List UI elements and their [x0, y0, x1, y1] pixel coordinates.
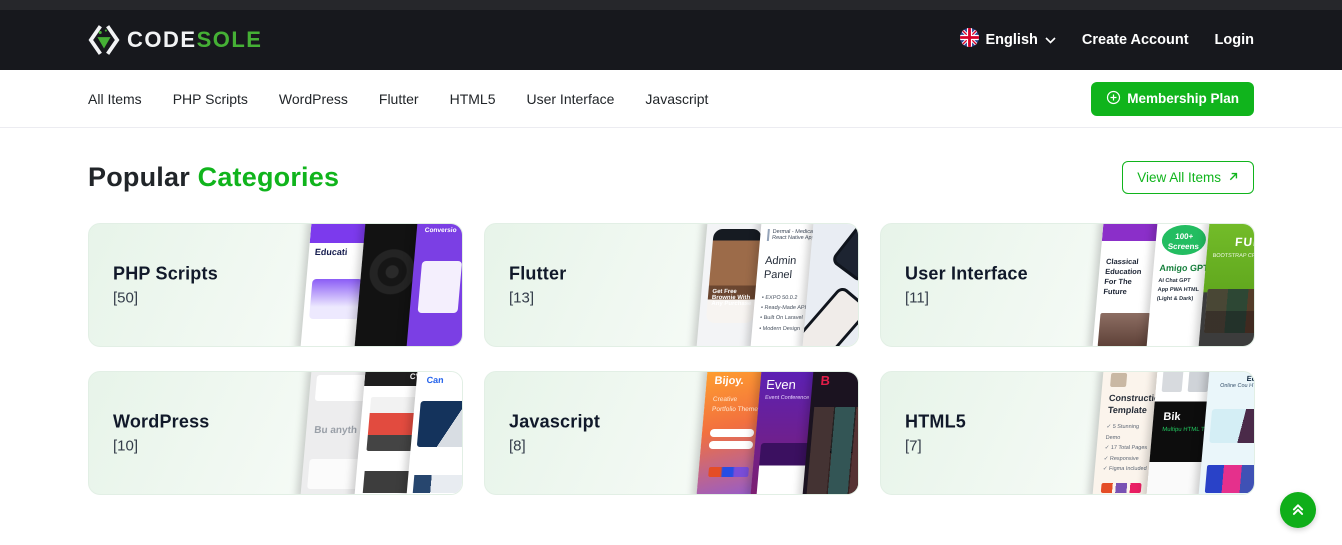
category-card-wordpress[interactable]: WordPress [10] Bu anyth CV Can	[88, 371, 463, 495]
site-header: CODESOLE English	[0, 10, 1342, 70]
uk-flag-icon	[960, 28, 979, 52]
page-title: Popular Categories	[88, 162, 339, 193]
category-title: User Interface	[905, 264, 1028, 285]
login-link[interactable]: Login	[1215, 32, 1254, 48]
thumbnail: Conversio	[406, 223, 463, 347]
brand-logo[interactable]: CODESOLE	[88, 24, 262, 56]
thumbnail: Can	[406, 371, 463, 495]
category-card-php-scripts[interactable]: PHP Scripts [50] Educati Conversio	[88, 223, 463, 347]
language-selector[interactable]: English	[960, 28, 1056, 52]
nav-item-html5[interactable]: HTML5	[450, 91, 496, 107]
category-count: [11]	[905, 290, 1028, 307]
nav-item-flutter[interactable]: Flutter	[379, 91, 419, 107]
thumbnail: FUNE BOOTSTRAP CROW	[1198, 223, 1255, 347]
category-navbar: All Items PHP Scripts WordPress Flutter …	[0, 70, 1342, 128]
category-thumbnails: Bijoy. Creative Portfolio Theme Even Eve…	[708, 372, 858, 494]
main-content: Popular Categories View All Items PHP Sc…	[88, 161, 1254, 495]
category-thumbnails: Construction Template ✓ 5 Stunning Demo …	[1104, 372, 1254, 494]
category-thumbnails: Bu anyth CV Can	[312, 372, 462, 494]
category-title: HTML5	[905, 412, 966, 433]
top-strip	[0, 0, 1342, 10]
category-count: [10]	[113, 438, 210, 455]
thumbnail: B	[802, 371, 859, 495]
create-account-link[interactable]: Create Account	[1082, 32, 1189, 48]
category-count: [7]	[905, 438, 966, 455]
chevrons-up-icon	[1289, 500, 1307, 521]
thumbnail	[802, 223, 859, 347]
category-card-user-interface[interactable]: User Interface [11] Classical Education …	[880, 223, 1255, 347]
chevron-down-icon	[1045, 31, 1056, 49]
brand-name: CODESOLE	[127, 29, 262, 51]
category-title: Flutter	[509, 264, 566, 285]
category-thumbnails: Get Free Brownie With Any Purchase Derma…	[708, 224, 858, 346]
nav-item-user-interface[interactable]: User Interface	[526, 91, 614, 107]
membership-plan-button[interactable]: Membership Plan	[1091, 82, 1254, 116]
category-title: PHP Scripts	[113, 264, 218, 285]
view-all-items-button[interactable]: View All Items	[1122, 161, 1254, 194]
plus-circle-icon	[1106, 90, 1121, 108]
category-thumbnails: Classical Education For The Future 100+ …	[1104, 224, 1254, 346]
categories-grid: PHP Scripts [50] Educati Conversio Flutt…	[88, 223, 1254, 495]
scroll-to-top-button[interactable]	[1280, 492, 1316, 528]
nav-item-javascript[interactable]: Javascript	[645, 91, 708, 107]
language-label: English	[986, 32, 1038, 48]
category-count: [8]	[509, 438, 600, 455]
thumbnail: Educol Online Cou HTML Te	[1198, 371, 1255, 495]
category-thumbnails: Educati Conversio	[312, 224, 462, 346]
nav-links: All Items PHP Scripts WordPress Flutter …	[88, 91, 708, 107]
nav-item-wordpress[interactable]: WordPress	[279, 91, 348, 107]
category-title: Javascript	[509, 412, 600, 433]
arrow-up-right-icon	[1228, 170, 1239, 185]
category-card-flutter[interactable]: Flutter [13] Get Free Brownie With Any P…	[484, 223, 859, 347]
category-count: [50]	[113, 290, 218, 307]
nav-item-all-items[interactable]: All Items	[88, 91, 142, 107]
nav-item-php-scripts[interactable]: PHP Scripts	[173, 91, 248, 107]
category-card-html5[interactable]: HTML5 [7] Construction Template ✓ 5 Stun…	[880, 371, 1255, 495]
category-card-javascript[interactable]: Javascript [8] Bijoy. Creative Portfolio…	[484, 371, 859, 495]
brand-logo-icon	[88, 24, 120, 56]
category-count: [13]	[509, 290, 566, 307]
category-title: WordPress	[113, 412, 210, 433]
